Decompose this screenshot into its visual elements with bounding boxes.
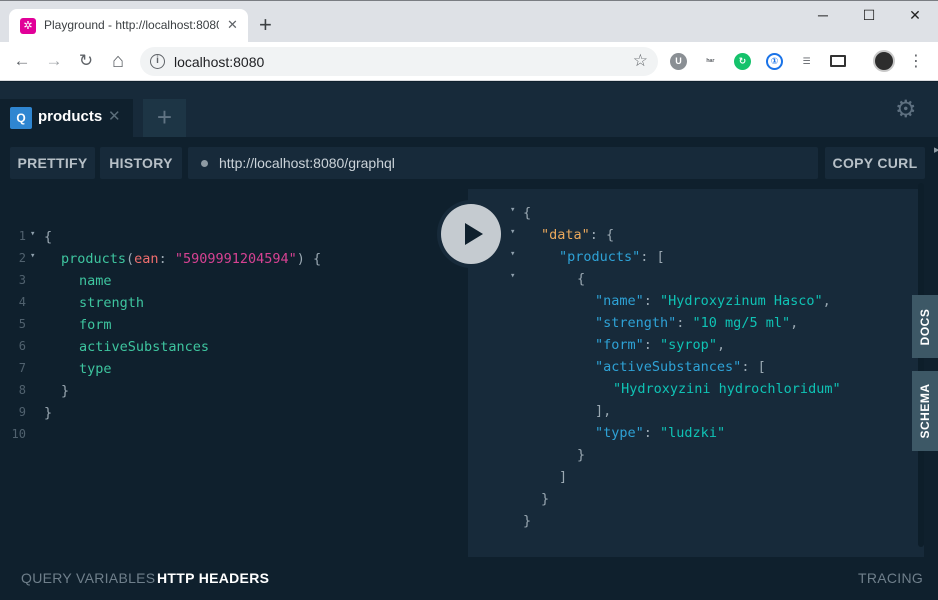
docs-side-tab[interactable]: DOCS <box>912 295 938 358</box>
editor-line: 10 <box>0 411 33 441</box>
extension-list-icon[interactable]: ☰ <box>798 53 815 70</box>
response-key: "strength" <box>595 315 677 331</box>
code-text: } <box>44 405 53 421</box>
editor-line: 6 activeSubstances <box>0 323 209 355</box>
copy-curl-button[interactable]: COPY CURL <box>825 147 925 179</box>
editor-line: 3 name <box>0 257 112 289</box>
browser-tab[interactable]: ✲ Playground - http://localhost:8080 ✕ <box>9 9 248 43</box>
panel-edge-marker: ▸ <box>934 144 938 156</box>
new-tab-button[interactable]: + <box>259 14 272 36</box>
query-editor[interactable]: 1 ▾{ 2 ▾ products(ean: "5909991204594") { 3… <box>0 189 468 557</box>
close-window-icon[interactable]: ✕ <box>905 7 925 24</box>
query-field: type <box>79 361 112 377</box>
editor-line: 5 form <box>0 301 112 333</box>
fold-arrow-icon[interactable]: ▾ <box>510 249 515 259</box>
play-icon <box>465 223 483 245</box>
code-text: products(ean: "5909991204594") { <box>61 251 322 267</box>
bookmark-star-icon[interactable]: ☆ <box>633 51 648 71</box>
response-key: "activeSubstances" <box>595 359 742 375</box>
response-value: "syrop" <box>660 337 717 353</box>
editor-line: 4 strength <box>0 279 144 311</box>
fold-arrow-icon[interactable]: ▾ <box>510 227 515 237</box>
playground-footer: QUERY VARIABLES HTTP HEADERS TRACING <box>0 557 938 600</box>
tracing-tab[interactable]: TRACING <box>858 570 923 586</box>
prettify-button[interactable]: PRETTIFY <box>10 147 95 179</box>
schema-tab-label: SCHEMA <box>918 383 932 439</box>
settings-gear-icon[interactable]: ⚙ <box>895 95 917 124</box>
query-field: activeSubstances <box>79 339 210 355</box>
maximize-icon[interactable]: ☐ <box>859 7 879 24</box>
editor-line: 9} <box>0 389 52 421</box>
history-button[interactable]: HISTORY <box>100 147 182 179</box>
extension-grammarly-icon[interactable]: ↻ <box>734 53 751 70</box>
editor-line: 2 ▾ products(ean: "5909991204594") { <box>0 235 321 267</box>
response-value: "10 mg/5 ml" <box>692 315 791 331</box>
editor-line: 1 ▾{ <box>0 213 52 245</box>
picture-in-picture-icon[interactable] <box>830 55 846 67</box>
extension-u-icon[interactable]: U <box>670 53 687 70</box>
endpoint-url: http://localhost:8080/graphql <box>219 155 395 171</box>
site-info-icon[interactable]: i <box>150 54 165 69</box>
address-bar[interactable]: i localhost:8080 ☆ <box>140 47 658 76</box>
playground-toolbar: PRETTIFY HISTORY http://localhost:8080/g… <box>0 137 938 189</box>
extension-har-icon[interactable]: ʰᵃʳ <box>702 53 719 70</box>
line-number: 10 <box>11 427 26 441</box>
play-button-face <box>441 204 501 264</box>
address-bar-url: localhost:8080 <box>174 54 265 70</box>
fold-arrow-icon[interactable]: ▾ <box>510 271 515 281</box>
graphql-favicon-icon: ✲ <box>20 18 36 34</box>
close-tab-icon[interactable]: ✕ <box>227 17 238 33</box>
schema-side-tab[interactable]: SCHEMA <box>912 371 938 451</box>
forward-icon[interactable]: → <box>43 50 65 72</box>
result-scrollbar[interactable] <box>918 183 924 547</box>
home-icon[interactable]: ⌂ <box>107 50 129 72</box>
reload-icon[interactable]: ↻ <box>75 50 97 72</box>
playground-tab-title: products <box>38 108 103 125</box>
response-key: "products" <box>559 249 641 265</box>
add-playground-tab-button[interactable]: + <box>143 99 186 137</box>
code-text: } <box>61 383 70 399</box>
extension-1password-icon[interactable]: ① <box>766 53 783 70</box>
query-field: form <box>79 317 112 333</box>
back-icon[interactable]: ← <box>11 50 33 72</box>
result-viewer: ▾{ ▾ "data": { ▾ "products": [ ▾{ "name": … <box>468 189 924 557</box>
query-operation: products <box>61 251 127 267</box>
profile-avatar[interactable] <box>873 50 895 72</box>
response-key: "data" <box>541 227 590 243</box>
response-value: "Hydroxyzini hydrochloridum" <box>613 381 841 397</box>
endpoint-input[interactable]: http://localhost:8080/graphql <box>188 147 818 179</box>
response-value: "ludzki" <box>660 425 726 441</box>
browser-toolbar: ← → ↻ ⌂ i localhost:8080 ☆ U ʰᵃʳ ↻ ① ☰ ⋮ <box>0 42 938 81</box>
browser-menu-icon[interactable]: ⋮ <box>908 51 924 71</box>
editor-line: 7 type <box>0 345 112 377</box>
playground-tab-products[interactable]: Q products ✕ <box>0 99 133 137</box>
minimize-icon[interactable]: ─ <box>813 7 833 23</box>
code-text: { <box>44 229 53 245</box>
response-key: "type" <box>595 425 644 441</box>
browser-titlebar: ✲ Playground - http://localhost:8080 ✕ +… <box>0 0 938 43</box>
docs-tab-label: DOCS <box>918 308 932 345</box>
execute-query-button[interactable] <box>437 200 505 268</box>
query-field: strength <box>79 295 145 311</box>
browser-tab-title: Playground - http://localhost:8080 <box>44 18 219 32</box>
fold-arrow-icon[interactable]: ▾ <box>510 205 515 215</box>
http-headers-tab[interactable]: HTTP HEADERS <box>157 570 269 586</box>
query-badge-icon: Q <box>10 107 32 129</box>
response-value: "Hydroxyzinum Hasco" <box>660 293 823 309</box>
query-argument-value: "5909991204594" <box>174 251 297 267</box>
editor-line: 8} <box>0 367 69 399</box>
playground-header: Q products ✕ + ⚙ <box>0 82 938 137</box>
response-key: "name" <box>595 293 644 309</box>
query-argument-name: ean <box>134 251 159 267</box>
query-field: name <box>79 273 112 289</box>
connection-status-dot <box>201 160 208 167</box>
response-key: "form" <box>595 337 644 353</box>
query-variables-tab[interactable]: QUERY VARIABLES <box>21 570 155 586</box>
close-playground-tab-icon[interactable]: ✕ <box>108 107 121 125</box>
